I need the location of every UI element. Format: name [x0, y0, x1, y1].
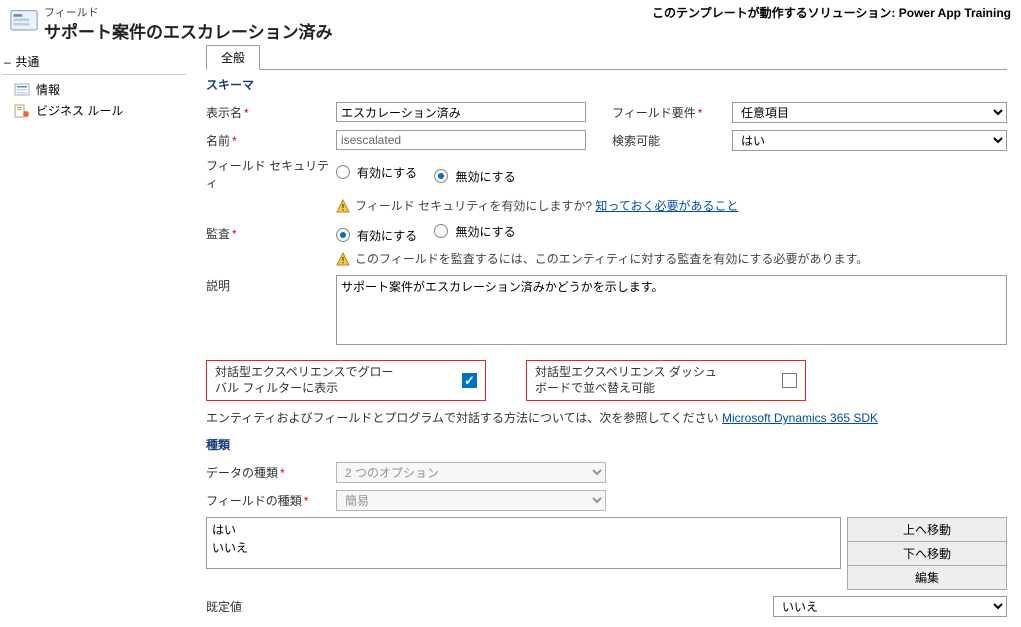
- label-global-filter: 対話型エクスペリエンスでグローバル フィルターに表示: [215, 365, 405, 396]
- sidebar-section-common: – 共通: [2, 51, 186, 75]
- radio-sec-disable[interactable]: 無効にする: [434, 168, 515, 185]
- list-item[interactable]: はい: [212, 521, 835, 539]
- sdk-reference: エンティティおよびフィールドとプログラムで対話する方法については、次を参照してく…: [206, 409, 1007, 426]
- global-filter-checkbox[interactable]: ✓: [462, 373, 477, 388]
- dashboard-sort-checkbox[interactable]: [782, 373, 797, 388]
- description-textarea[interactable]: [336, 275, 1007, 345]
- label-field-security: フィールド セキュリティ: [206, 157, 336, 191]
- move-up-button[interactable]: 上へ移動: [847, 517, 1007, 542]
- label-dashboard-sort: 対話型エクスペリエンス ダッシュボードで並べ替え可能: [535, 365, 725, 396]
- security-link[interactable]: 知っておく必要があること: [595, 197, 738, 214]
- data-type-select: 2 つのオプション: [336, 462, 606, 483]
- sidebar-item-info[interactable]: 情報: [0, 79, 192, 100]
- solution-label: このテンプレートが動作するソリューション: Power App Training: [652, 4, 1011, 21]
- options-list[interactable]: はい いいえ: [206, 517, 841, 569]
- default-value-select[interactable]: いいえ: [773, 596, 1007, 617]
- warning-icon: [336, 199, 350, 213]
- searchable-select[interactable]: はい: [732, 130, 1007, 151]
- info-icon: [14, 83, 30, 97]
- sidebar-item-label: 情報: [36, 81, 60, 98]
- label-default: 既定値: [206, 598, 248, 615]
- bizrules-icon: [14, 104, 30, 118]
- display-name-input[interactable]: [336, 102, 586, 122]
- label-name: 名前*: [206, 132, 336, 149]
- section-schema-title: スキーマ: [206, 76, 1007, 93]
- audit-warning: このフィールドを監査するには、このエンティティに対する監査を有効にする必要があり…: [336, 250, 1007, 267]
- label-searchable: 検索可能: [612, 132, 732, 149]
- tab-bar: 全般: [206, 45, 1007, 70]
- label-display-name: 表示名*: [206, 104, 336, 121]
- header-title: サポート案件のエスカレーション済み: [44, 18, 652, 43]
- edit-button[interactable]: 編集: [847, 566, 1007, 590]
- global-filter-box: 対話型エクスペリエンスでグローバル フィルターに表示 ✓: [206, 360, 486, 401]
- sidebar-item-label: ビジネス ルール: [36, 102, 123, 119]
- label-field-requirement: フィールド要件*: [612, 104, 732, 121]
- name-input: [336, 130, 586, 150]
- field-type-select: 簡易: [336, 490, 606, 511]
- list-item[interactable]: いいえ: [212, 539, 835, 557]
- move-down-button[interactable]: 下へ移動: [847, 542, 1007, 566]
- sidebar: – 共通 情報 ビジネス ルール: [0, 45, 192, 627]
- field-requirement-select[interactable]: 任意項目: [732, 102, 1007, 123]
- warning-icon: [336, 252, 350, 266]
- label-field-type: フィールドの種類*: [206, 492, 336, 509]
- sidebar-item-bizrules[interactable]: ビジネス ルール: [0, 100, 192, 121]
- radio-audit-enable[interactable]: 有効にする: [336, 227, 417, 244]
- security-warning: フィールド セキュリティを有効にしますか? 知っておく必要があること: [336, 197, 1007, 214]
- tab-general[interactable]: 全般: [206, 45, 260, 70]
- section-type-title: 種類: [206, 436, 1007, 453]
- radio-audit-disable[interactable]: 無効にする: [434, 223, 515, 240]
- label-description: 説明: [206, 275, 336, 294]
- field-icon: [10, 8, 38, 32]
- label-audit: 監査*: [206, 225, 336, 242]
- label-data-type: データの種類*: [206, 464, 336, 481]
- header: フィールド サポート案件のエスカレーション済み このテンプレートが動作するソリュ…: [0, 0, 1021, 45]
- sdk-link[interactable]: Microsoft Dynamics 365 SDK: [722, 411, 878, 425]
- radio-sec-enable[interactable]: 有効にする: [336, 164, 417, 181]
- dashboard-sort-box: 対話型エクスペリエンス ダッシュボードで並べ替え可能: [526, 360, 806, 401]
